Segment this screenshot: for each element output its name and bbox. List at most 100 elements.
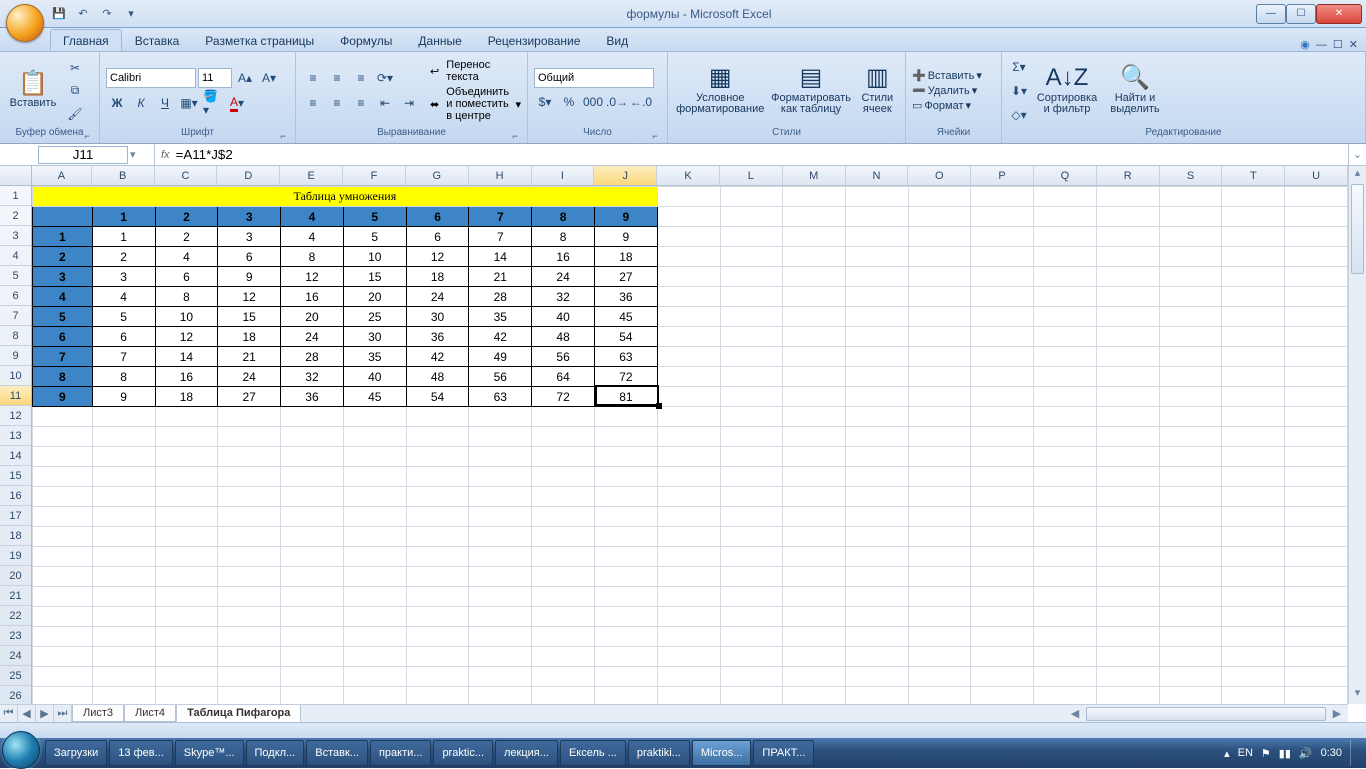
row-header-21[interactable]: 21 [0, 586, 31, 606]
cell-T20[interactable] [1222, 567, 1285, 587]
cell-B5[interactable]: 3 [92, 267, 155, 287]
cell-R8[interactable] [1096, 327, 1159, 347]
cell-F13[interactable] [343, 427, 406, 447]
cell-S7[interactable] [1159, 307, 1222, 327]
cell-E4[interactable]: 8 [281, 247, 344, 267]
cell-L1[interactable] [720, 187, 783, 207]
cell-B25[interactable] [92, 667, 155, 687]
row-header-10[interactable]: 10 [0, 366, 31, 386]
cell-H18[interactable] [469, 527, 532, 547]
cell-P23[interactable] [971, 627, 1034, 647]
cell-Q15[interactable] [1034, 467, 1097, 487]
cell-S13[interactable] [1159, 427, 1222, 447]
launcher-icon[interactable]: ⌐ [509, 131, 521, 143]
cell-N1[interactable] [845, 187, 908, 207]
cell-H7[interactable]: 35 [469, 307, 532, 327]
cell-B20[interactable] [92, 567, 155, 587]
cell-D15[interactable] [218, 467, 281, 487]
cell-L8[interactable] [720, 327, 783, 347]
cell-T13[interactable] [1222, 427, 1285, 447]
cell-G24[interactable] [406, 647, 469, 667]
cell-P7[interactable] [971, 307, 1034, 327]
start-button[interactable] [2, 731, 40, 769]
volume-icon[interactable]: 🔊 [1299, 747, 1313, 760]
cell-A12[interactable] [33, 407, 93, 427]
cell-S19[interactable] [1159, 547, 1222, 567]
cell-A24[interactable] [33, 647, 93, 667]
taskbar-item-0[interactable]: Загрузки [45, 740, 107, 766]
taskbar-item-8[interactable]: Ексель ... [560, 740, 626, 766]
cell-I8[interactable]: 48 [532, 327, 595, 347]
cell-J18[interactable] [594, 527, 657, 547]
cell-B22[interactable] [92, 607, 155, 627]
cell-M23[interactable] [783, 627, 846, 647]
cell-H22[interactable] [469, 607, 532, 627]
format-as-table-button[interactable]: ▤Форматировать как таблицу [770, 56, 851, 126]
cell-M6[interactable] [783, 287, 846, 307]
col-header-U[interactable]: U [1285, 166, 1348, 185]
cell-I13[interactable] [532, 427, 595, 447]
cell-H12[interactable] [469, 407, 532, 427]
qa-customize-icon[interactable]: ▾ [120, 3, 142, 25]
maximize-button[interactable]: ☐ [1286, 4, 1316, 24]
col-header-Q[interactable]: Q [1034, 166, 1097, 185]
cell-M21[interactable] [783, 587, 846, 607]
cell-C20[interactable] [155, 567, 218, 587]
cell-F19[interactable] [343, 547, 406, 567]
cell-N23[interactable] [845, 627, 908, 647]
cell-M3[interactable] [783, 227, 846, 247]
cell-N9[interactable] [845, 347, 908, 367]
cell-O22[interactable] [908, 607, 971, 627]
cell-I7[interactable]: 40 [532, 307, 595, 327]
cell-L23[interactable] [720, 627, 783, 647]
cell-L14[interactable] [720, 447, 783, 467]
help-icon[interactable]: ◉ [1300, 38, 1310, 51]
clear-button[interactable]: ◇▾ [1008, 104, 1030, 126]
cell-P3[interactable] [971, 227, 1034, 247]
cell-Q1[interactable] [1034, 187, 1097, 207]
cell-G13[interactable] [406, 427, 469, 447]
cell-C24[interactable] [155, 647, 218, 667]
cell-T8[interactable] [1222, 327, 1285, 347]
cell-E8[interactable]: 24 [281, 327, 344, 347]
cell-J9[interactable]: 63 [594, 347, 657, 367]
cell-O18[interactable] [908, 527, 971, 547]
cell-D16[interactable] [218, 487, 281, 507]
cell-I17[interactable] [532, 507, 595, 527]
paste-button[interactable]: 📋 Вставить [6, 56, 60, 126]
cell-B8[interactable]: 6 [92, 327, 155, 347]
cell-U24[interactable] [1285, 647, 1348, 667]
cell-R16[interactable] [1096, 487, 1159, 507]
cell-E20[interactable] [281, 567, 344, 587]
cell-O21[interactable] [908, 587, 971, 607]
cell-J24[interactable] [594, 647, 657, 667]
cell-D2[interactable]: 3 [218, 207, 281, 227]
app-close-icon[interactable]: ✕ [1349, 38, 1358, 51]
app-restore-icon[interactable]: ☐ [1333, 38, 1343, 51]
cell-N25[interactable] [845, 667, 908, 687]
cell-I15[interactable] [532, 467, 595, 487]
cell-P9[interactable] [971, 347, 1034, 367]
cell-C13[interactable] [155, 427, 218, 447]
cell-L15[interactable] [720, 467, 783, 487]
cell-B4[interactable]: 2 [92, 247, 155, 267]
fill-color-button[interactable]: 🪣▾ [202, 92, 224, 114]
cell-P8[interactable] [971, 327, 1034, 347]
sheet-nav-last[interactable]: ⏭ [54, 705, 72, 722]
cell-L13[interactable] [720, 427, 783, 447]
cell-Q9[interactable] [1034, 347, 1097, 367]
cell-K9[interactable] [657, 347, 720, 367]
orientation-button[interactable]: ⟳▾ [374, 67, 396, 89]
cell-E16[interactable] [281, 487, 344, 507]
cell-I12[interactable] [532, 407, 595, 427]
cell-C7[interactable]: 10 [155, 307, 218, 327]
cell-R1[interactable] [1096, 187, 1159, 207]
cell-O14[interactable] [908, 447, 971, 467]
cell-J12[interactable] [594, 407, 657, 427]
cell-D3[interactable]: 3 [218, 227, 281, 247]
cell-T21[interactable] [1222, 587, 1285, 607]
cell-M19[interactable] [783, 547, 846, 567]
close-button[interactable]: ✕ [1316, 4, 1362, 24]
cell-R21[interactable] [1096, 587, 1159, 607]
cell-O15[interactable] [908, 467, 971, 487]
